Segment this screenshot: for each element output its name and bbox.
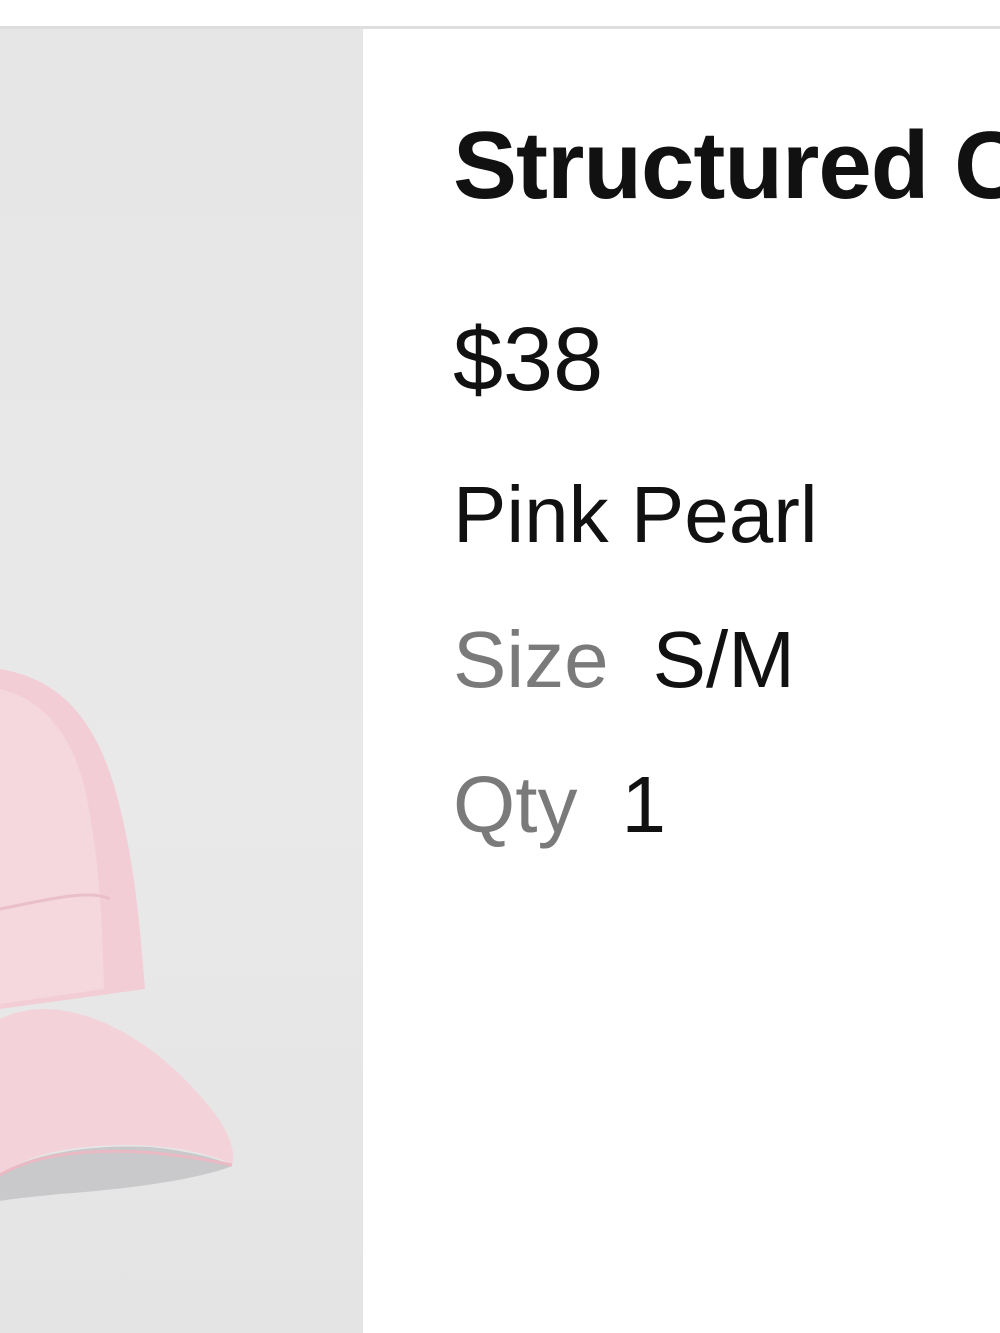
qty-label: Qty <box>453 760 578 849</box>
product-price: $38 <box>453 310 604 410</box>
top-divider <box>0 0 1000 29</box>
pink-cap-icon <box>0 669 234 1201</box>
product-details: Structured C $38 Pink Pearl Size S/M Qty 1 <box>363 29 1000 1333</box>
product-image[interactable] <box>0 29 363 1333</box>
qty-row: Qty 1 <box>453 759 666 851</box>
size-label: Size <box>453 615 609 704</box>
product-color: Pink Pearl <box>453 470 818 559</box>
size-value: S/M <box>652 615 795 704</box>
size-row: Size S/M <box>453 614 795 706</box>
product-title[interactable]: Structured C <box>453 111 1000 221</box>
qty-value: 1 <box>621 760 666 849</box>
